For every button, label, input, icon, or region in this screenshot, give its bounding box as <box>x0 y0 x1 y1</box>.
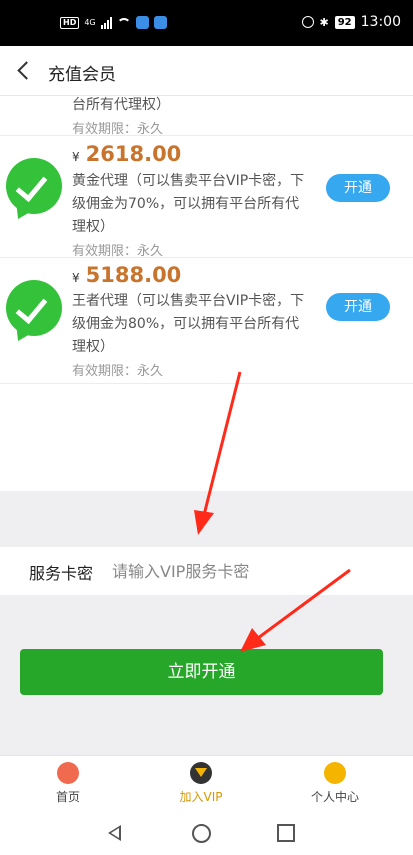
back-icon[interactable] <box>17 61 36 80</box>
status-bar: HD 4G ✱ 92 13:00 <box>0 0 413 46</box>
item-price-row: ¥ 2618.00 <box>72 142 181 166</box>
battery-icon: 92 <box>334 15 355 29</box>
tab-personal-center[interactable]: 个人中心 <box>285 762 385 805</box>
currency-symbol: ¥ <box>72 150 80 164</box>
alarm-icon <box>301 16 314 28</box>
wechat-icon <box>6 158 62 214</box>
nav-back-icon[interactable] <box>108 825 121 841</box>
bluetooth-icon: ✱ <box>319 15 329 29</box>
service-card-label: 服务卡密 <box>29 564 94 583</box>
tab-label: 加入VIP <box>179 790 223 804</box>
system-nav-bar <box>0 811 413 855</box>
hd-indicator: HD <box>60 16 80 29</box>
tab-home[interactable]: 首页 <box>18 762 118 805</box>
item-description: 黄金代理（可以售卖平台VIP卡密，下级佣金为70%，可以拥有平台所有代理权） <box>72 173 305 235</box>
item-description: 台所有代理权） <box>72 97 170 113</box>
page-title: 充值会员 <box>48 65 116 85</box>
app-notification-icon <box>153 16 167 29</box>
page-header: 充值会员 <box>0 46 413 96</box>
open-button[interactable]: 开通 <box>326 174 390 202</box>
tab-label: 首页 <box>55 790 80 804</box>
item-validity: 有效期限：永久 <box>72 364 164 379</box>
service-card-input[interactable] <box>112 557 392 585</box>
network-type: 4G <box>84 18 96 27</box>
status-right: ✱ 92 13:00 <box>301 14 401 30</box>
status-left: HD 4G <box>60 16 167 29</box>
tab-label: 个人中心 <box>310 790 359 804</box>
open-button[interactable]: 开通 <box>326 293 390 321</box>
list-item: ¥ 5188.00 王者代理（可以售卖平台VIP卡密，下级佣金为80%，可以拥有… <box>0 258 413 384</box>
activate-now-button[interactable]: 立即开通 <box>20 649 383 695</box>
app-notification-icon <box>135 16 149 29</box>
item-price: 2618.00 <box>85 142 182 166</box>
wifi-icon <box>116 17 131 28</box>
item-validity: 有效期限：永久 <box>72 122 164 137</box>
home-icon <box>57 762 79 784</box>
item-price: 5188.00 <box>85 263 182 287</box>
vip-icon <box>190 762 212 784</box>
tab-join-vip[interactable]: 加入VIP <box>151 762 251 805</box>
nav-home-icon[interactable] <box>192 824 211 843</box>
signal-icon <box>100 16 112 29</box>
list-item: 台所有代理权） 有效期限：永久 <box>0 96 413 137</box>
service-card-row: 服务卡密 <box>0 547 413 595</box>
list-item: ¥ 2618.00 黄金代理（可以售卖平台VIP卡密，下级佣金为70%，可以拥有… <box>0 136 413 259</box>
item-validity: 有效期限：永久 <box>72 244 164 259</box>
clock: 13:00 <box>360 14 401 30</box>
item-price-row: ¥ 5188.00 <box>72 263 181 287</box>
wechat-icon <box>6 280 62 336</box>
item-description: 王者代理（可以售卖平台VIP卡密，下级佣金为80%，可以拥有平台所有代理权） <box>72 293 305 355</box>
currency-symbol: ¥ <box>72 271 80 285</box>
bottom-tab-bar: 首页 加入VIP 个人中心 <box>0 755 413 811</box>
nav-recent-apps-icon[interactable] <box>277 824 295 842</box>
user-icon <box>324 762 346 784</box>
membership-list[interactable]: 台所有代理权） 有效期限：永久 ¥ 2618.00 黄金代理（可以售卖平台VIP… <box>0 96 413 491</box>
